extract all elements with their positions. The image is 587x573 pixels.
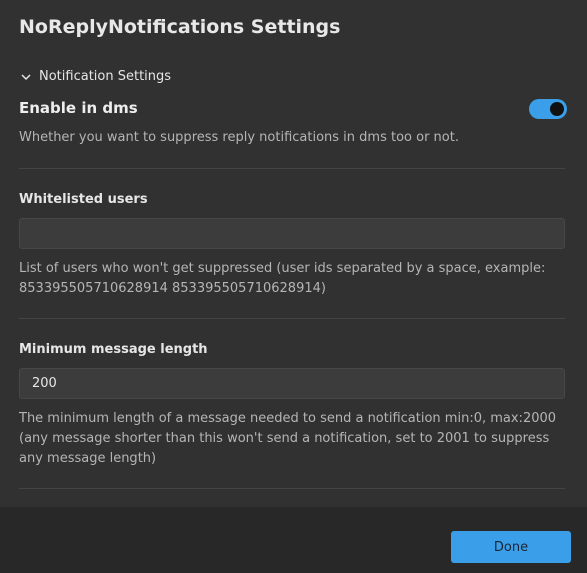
section-title: Notification Settings: [39, 69, 172, 84]
divider: [19, 168, 565, 169]
whitelist-description: List of users who won't get suppressed (…: [19, 261, 546, 296]
chevron-down-icon: [19, 70, 33, 84]
done-button[interactable]: Done: [451, 531, 571, 563]
min-length-label: Minimum message length: [19, 342, 208, 357]
divider: [19, 488, 565, 489]
min-length-input[interactable]: [19, 368, 565, 399]
modal-title: NoReplyNotifications Settings: [19, 16, 341, 38]
min-length-description: The minimum length of a message needed t…: [19, 411, 557, 466]
enable-dms-description: Whether you want to suppress reply notif…: [19, 130, 459, 145]
settings-modal: NoReplyNotifications Settings Notificati…: [0, 0, 587, 573]
section-notification-settings[interactable]: Notification Settings: [19, 69, 171, 84]
enable-dms-toggle[interactable]: [529, 99, 567, 119]
toggle-knob: [550, 102, 564, 116]
divider: [19, 318, 565, 319]
whitelist-label: Whitelisted users: [19, 192, 148, 207]
whitelist-input[interactable]: [19, 218, 565, 249]
enable-dms-label: Enable in dms: [19, 99, 138, 117]
